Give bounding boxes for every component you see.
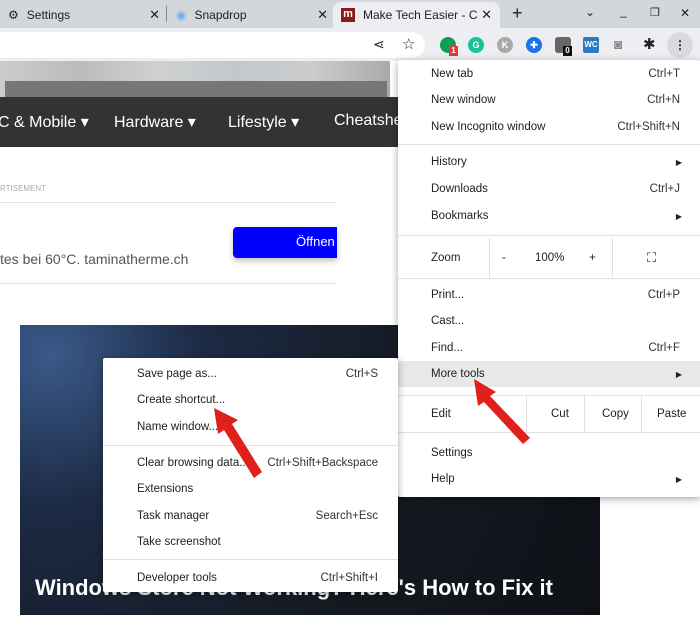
annotation-arrows	[214, 379, 530, 478]
red-arrow-icon	[214, 408, 262, 478]
red-arrow-icon	[474, 379, 530, 444]
